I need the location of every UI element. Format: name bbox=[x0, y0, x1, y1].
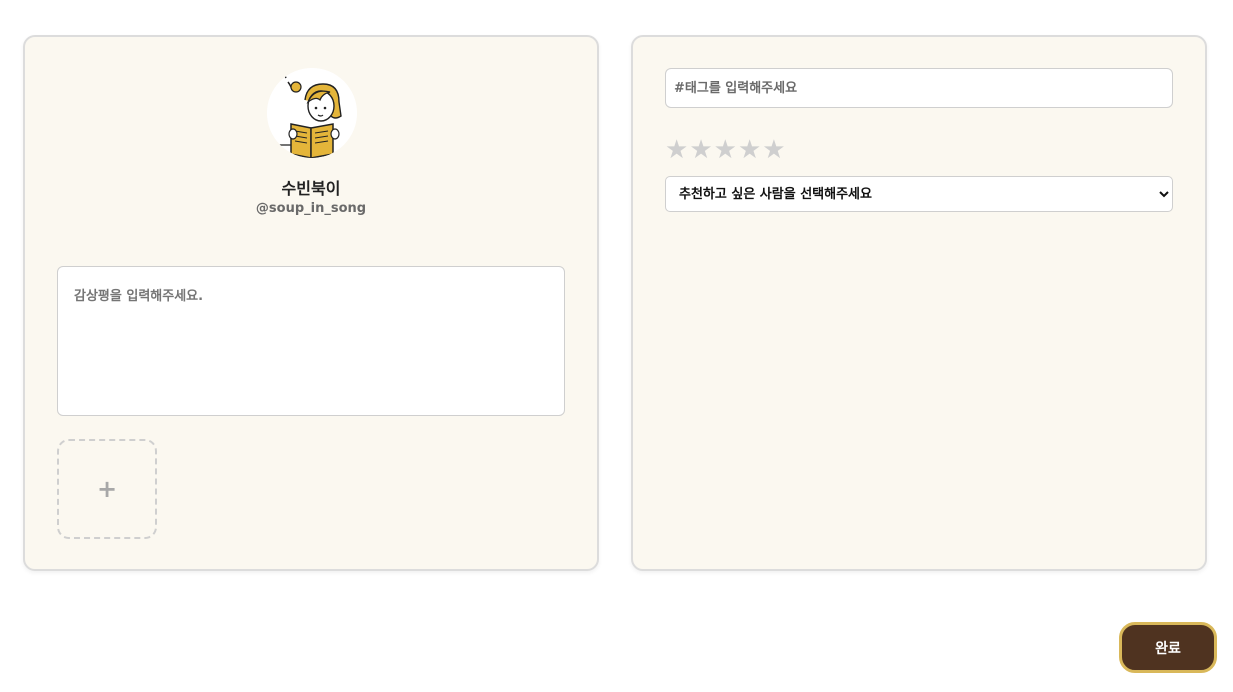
plus-icon: + bbox=[96, 475, 118, 503]
add-photo-button[interactable]: + bbox=[57, 439, 157, 539]
avatar bbox=[267, 68, 357, 158]
profile-name: 수빈북이 bbox=[281, 179, 341, 198]
review-textarea[interactable] bbox=[57, 266, 565, 416]
review-card: 수빈북이 @soup_in_song + bbox=[23, 35, 599, 571]
done-button[interactable]: 완료 bbox=[1119, 622, 1217, 673]
star-4-icon[interactable]: ★ bbox=[738, 135, 761, 165]
girl-reading-book-icon bbox=[267, 68, 357, 158]
star-3-icon[interactable]: ★ bbox=[714, 135, 737, 165]
star-2-icon[interactable]: ★ bbox=[689, 135, 712, 165]
recommend-select[interactable]: 추천하고 싶은 사람을 선택해주세요 bbox=[665, 176, 1173, 212]
tag-input[interactable] bbox=[665, 68, 1173, 108]
profile-handle: @soup_in_song bbox=[255, 201, 367, 216]
details-card: ★ ★ ★ ★ ★ 추천하고 싶은 사람을 선택해주세요 bbox=[631, 35, 1207, 571]
star-1-icon[interactable]: ★ bbox=[665, 135, 688, 165]
star-rating[interactable]: ★ ★ ★ ★ ★ bbox=[665, 135, 786, 165]
star-5-icon[interactable]: ★ bbox=[762, 135, 785, 165]
